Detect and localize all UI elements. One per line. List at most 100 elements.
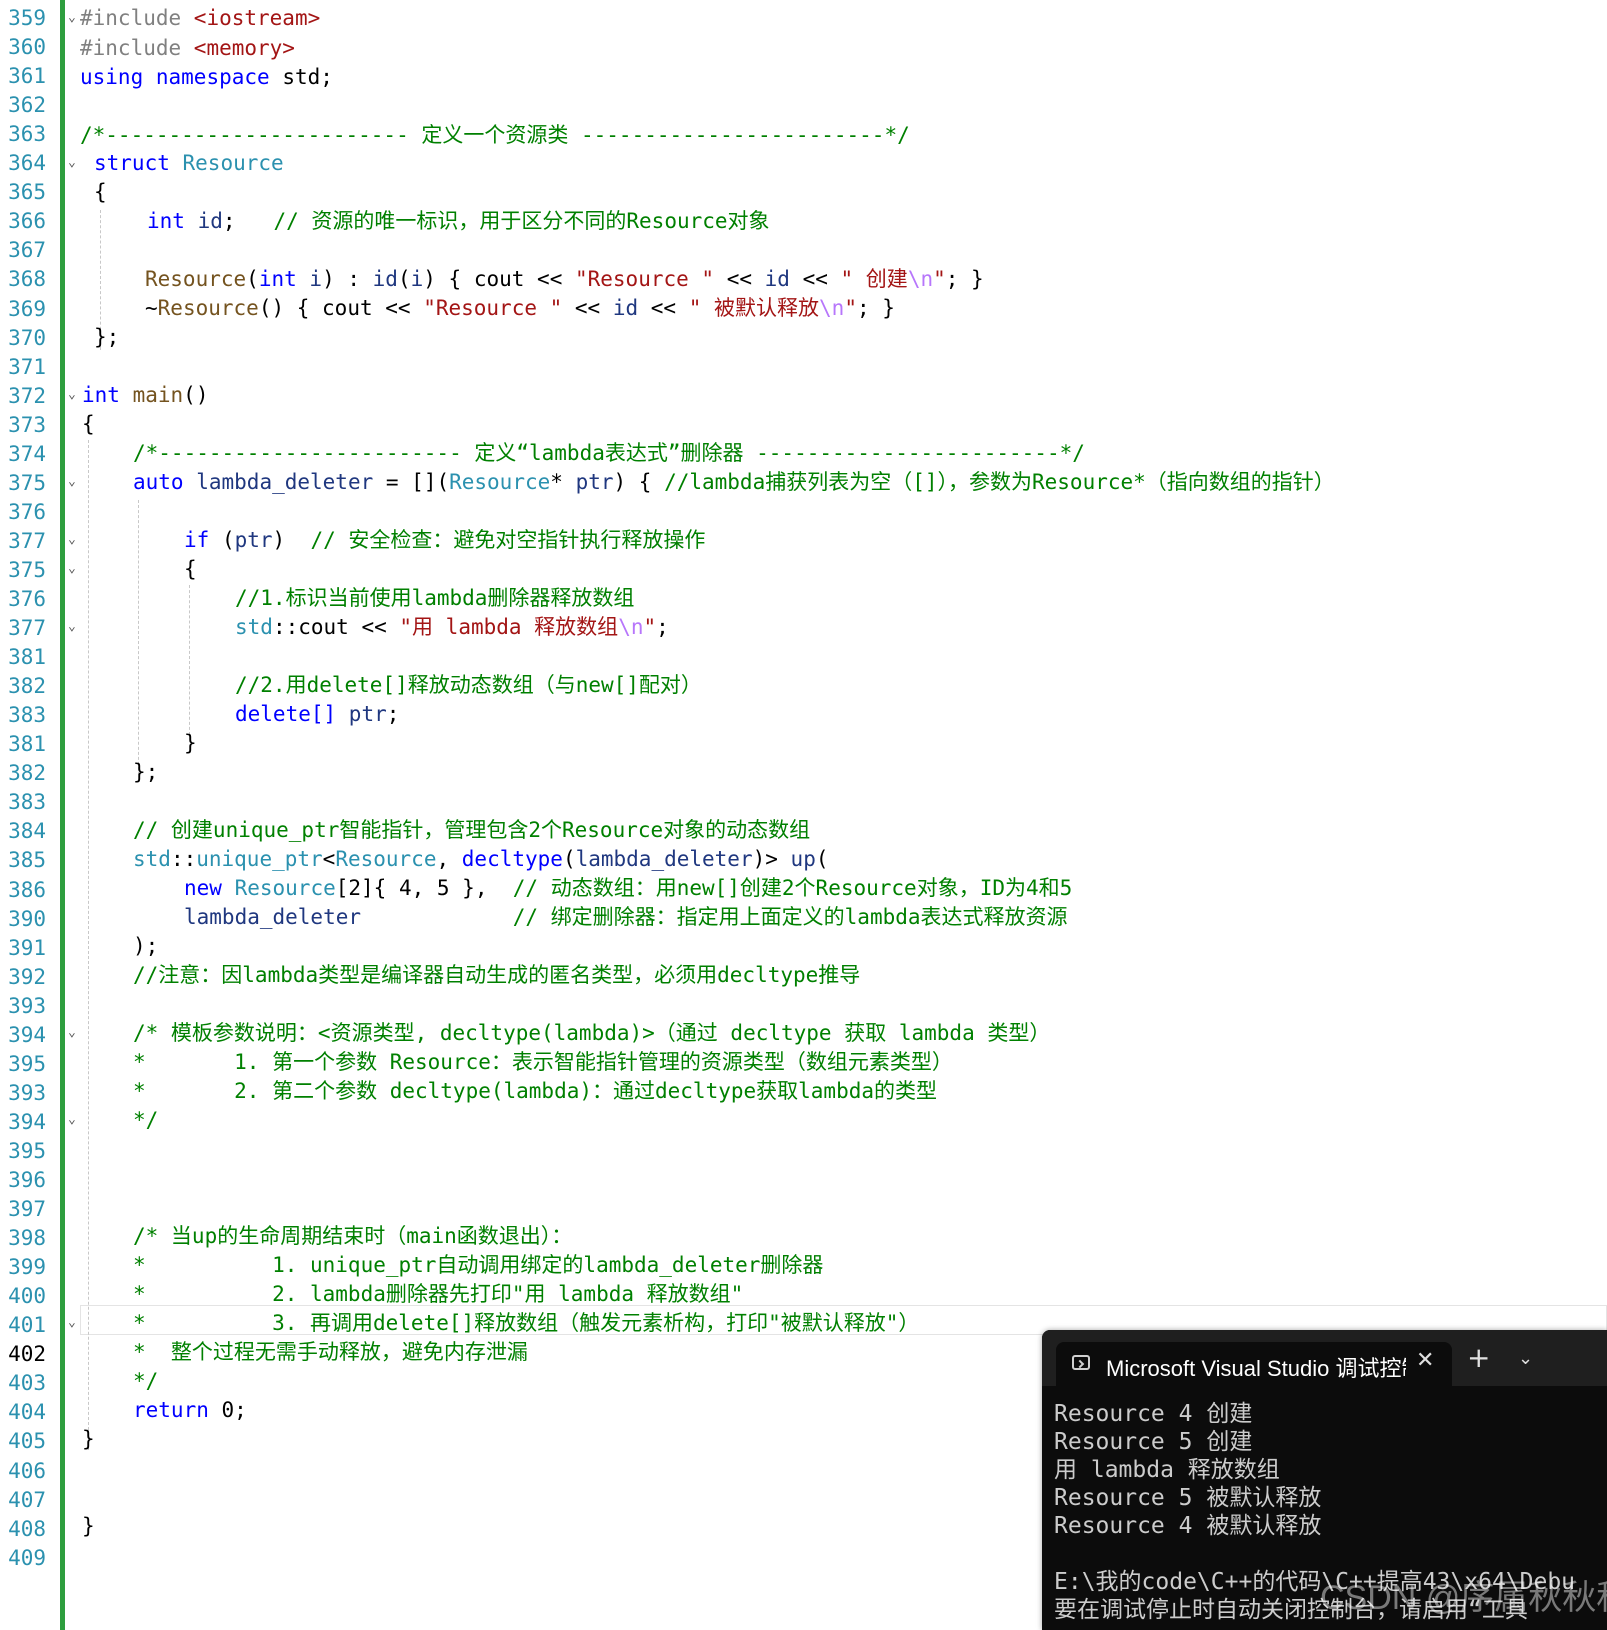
code-text: :: xyxy=(272,615,299,639)
code-line[interactable]: if (ptr) // 安全检查：避免对空指针执行释放操作 xyxy=(184,525,705,555)
line-number: 373 xyxy=(8,413,46,437)
chevron-down-icon[interactable]: ⌄ xyxy=(1518,1350,1533,1368)
code-text: cout xyxy=(473,267,525,291)
code-line[interactable]: //注意：因lambda类型是编译器自动生成的匿名类型，必须用decltype推… xyxy=(133,960,860,990)
code-text: { xyxy=(82,412,95,436)
include-header: <iostream> xyxy=(193,6,321,30)
console-tab[interactable]: Microsoft Visual Studio 调试控制台 ✕ xyxy=(1056,1342,1452,1386)
member-name: id xyxy=(372,267,398,291)
fold-toggle-icon[interactable]: ⌄ xyxy=(68,3,76,33)
code-line[interactable]: }; xyxy=(94,322,119,352)
escape-sequence: \n xyxy=(618,615,644,639)
keyword: int xyxy=(147,209,185,233)
comment: //1.标识当前使用lambda删除器释放数组 xyxy=(235,586,635,610)
code-line[interactable]: * 2. 第二个参数 decltype(lambda)：通过decltype获取… xyxy=(133,1076,937,1106)
code-line[interactable]: return 0; xyxy=(133,1395,247,1425)
code-line[interactable]: */ xyxy=(133,1105,158,1135)
line-number: 409 xyxy=(8,1546,46,1570)
code-line[interactable]: } xyxy=(82,1424,95,1454)
code-line[interactable]: lambda_deleter // 绑定删除器：指定用上面定义的lambda表达… xyxy=(184,902,1068,932)
code-line[interactable]: * 1. 第一个参数 Resource：表示智能指针管理的资源类型（数组元素类型… xyxy=(133,1047,953,1077)
line-number: 367 xyxy=(8,238,46,262)
code-line[interactable]: /*------------------------ 定义一个资源类 -----… xyxy=(80,120,910,150)
code-line[interactable]: ~Resource() { cout << "Resource " << id … xyxy=(145,293,895,323)
fold-toggle-icon[interactable]: ⌄ xyxy=(68,1308,76,1338)
comment: //注意：因lambda类型是编译器自动生成的匿名类型，必须用decltype推… xyxy=(133,963,861,987)
line-number: 368 xyxy=(8,267,46,291)
code-line[interactable]: // 创建unique_ptr智能指针，管理包含2个Resource对象的动态数… xyxy=(133,815,810,845)
code-line[interactable]: /*------------------------ 定义“lambda表达式”… xyxy=(133,438,1085,468)
code-line[interactable]: { xyxy=(184,554,197,584)
code-line[interactable]: //2.用delete[]释放动态数组（与new[]配对） xyxy=(235,670,702,700)
fold-toggle-icon[interactable]: ⌄ xyxy=(68,148,76,178)
code-line[interactable]: #include <iostream> xyxy=(80,3,320,33)
fold-toggle-icon[interactable]: ⌄ xyxy=(68,467,76,497)
line-number: 397 xyxy=(8,1197,46,1221)
code-line[interactable]: } xyxy=(184,728,197,758)
code-line[interactable]: * 3. 再调用delete[]释放数组（触发元素析构，打印"被默认释放"） xyxy=(133,1308,919,1338)
code-line[interactable]: } xyxy=(82,1511,95,1541)
fold-toggle-icon[interactable]: ⌄ xyxy=(68,554,76,584)
code-line[interactable]: std::cout << "用 lambda 释放数组\n"; xyxy=(235,612,669,642)
fold-toggle-icon[interactable]: ⌄ xyxy=(68,380,76,410)
code-text: } xyxy=(82,1514,95,1538)
member-name: id xyxy=(764,267,790,291)
variable-name: lambda_deleter xyxy=(184,905,362,929)
code-line[interactable]: /* 当up的生命周期结束时（main函数退出）： xyxy=(133,1221,572,1251)
code-line[interactable]: delete[] ptr; xyxy=(235,699,399,729)
comment: * 1. 第一个参数 Resource：表示智能指针管理的资源类型（数组元素类型… xyxy=(133,1050,953,1074)
code-line[interactable]: std::unique_ptr<Resource, decltype(lambd… xyxy=(133,844,829,874)
code-line[interactable]: Resource(int i) : id(i) { cout << "Resou… xyxy=(145,264,984,294)
code-line[interactable]: using namespace std; xyxy=(80,62,333,92)
code-line[interactable]: ); xyxy=(133,931,158,961)
string-literal: " xyxy=(643,615,657,639)
line-number: 398 xyxy=(8,1226,46,1250)
fold-toggle-icon[interactable]: ⌄ xyxy=(68,525,76,555)
keyword: int xyxy=(258,267,297,291)
line-number: 385 xyxy=(8,848,46,872)
preprocessor-directive: #include xyxy=(80,6,194,30)
code-line[interactable]: int main() xyxy=(82,380,208,410)
code-text: ) { xyxy=(423,267,474,291)
code-line[interactable]: { xyxy=(82,409,95,439)
console-output-line: Resource 5 被默认释放 xyxy=(1054,1485,1322,1511)
line-number: 408 xyxy=(8,1517,46,1541)
new-tab-button[interactable]: + xyxy=(1467,1344,1490,1372)
code-line[interactable]: #include <memory> xyxy=(80,33,295,63)
namespace-name: std xyxy=(235,615,273,639)
code-line[interactable]: }; xyxy=(133,757,158,787)
fold-toggle-icon[interactable]: ⌄ xyxy=(68,612,76,642)
comment: /* 模板参数说明：<资源类型, decltype(lambda)>（通过 de… xyxy=(133,1021,1051,1045)
fold-toggle-icon[interactable]: ⌄ xyxy=(68,1105,76,1135)
code-line[interactable]: new Resource[2]{ 4, 5 }, // 动态数组：用new[]创… xyxy=(184,873,1072,903)
fold-toggle-icon[interactable]: ⌄ xyxy=(68,1018,76,1048)
code-line[interactable]: * 2. lambda删除器先打印"用 lambda 释放数组" xyxy=(133,1279,743,1309)
close-icon[interactable]: ✕ xyxy=(1416,1348,1434,1373)
type-name: Resource xyxy=(449,470,551,494)
code-line[interactable]: { xyxy=(94,177,107,207)
code-text: cout xyxy=(322,296,373,320)
line-number: 375 xyxy=(8,558,46,582)
code-text: ; xyxy=(386,702,400,726)
code-line[interactable]: */ xyxy=(133,1366,158,1396)
line-number: 401 xyxy=(8,1313,46,1337)
function-name: main xyxy=(132,383,184,407)
code-line[interactable]: /* 模板参数说明：<资源类型, decltype(lambda)>（通过 de… xyxy=(133,1018,1050,1048)
code-line[interactable]: * 整个过程无需手动释放，避免内存泄漏 xyxy=(133,1337,528,1367)
code-line[interactable]: * 1. unique_ptr自动调用绑定的lambda_deleter删除器 xyxy=(133,1250,823,1280)
line-number: 386 xyxy=(8,878,46,902)
variable-name: up xyxy=(790,847,816,871)
keyword: namespace xyxy=(155,65,270,89)
code-line[interactable]: //1.标识当前使用lambda删除器释放数组 xyxy=(235,583,634,613)
code-line[interactable]: auto lambda_deleter = [](Resource* ptr) … xyxy=(133,467,1335,497)
code-line[interactable]: int id; // 资源的唯一标识，用于区分不同的Resource对象 xyxy=(147,206,770,236)
code-editor[interactable]: ⌄ ⌄ ⌄ ⌄ ⌄ ⌄ ⌄ ⌄ ⌄ ⌄ 359 360 361 362 363 364 36… xyxy=(0,0,1607,1630)
keyword: new xyxy=(184,876,222,900)
code-line[interactable]: struct Resource xyxy=(94,148,284,178)
comment: * 1. unique_ptr自动调用绑定的lambda_deleter删除器 xyxy=(133,1253,824,1277)
code-text: [2]{ 4, 5 }, xyxy=(335,876,513,900)
code-text: { xyxy=(94,180,107,204)
comment: * 2. lambda删除器先打印"用 lambda 释放数组" xyxy=(133,1282,744,1306)
preprocessor-directive: #include xyxy=(80,36,194,60)
